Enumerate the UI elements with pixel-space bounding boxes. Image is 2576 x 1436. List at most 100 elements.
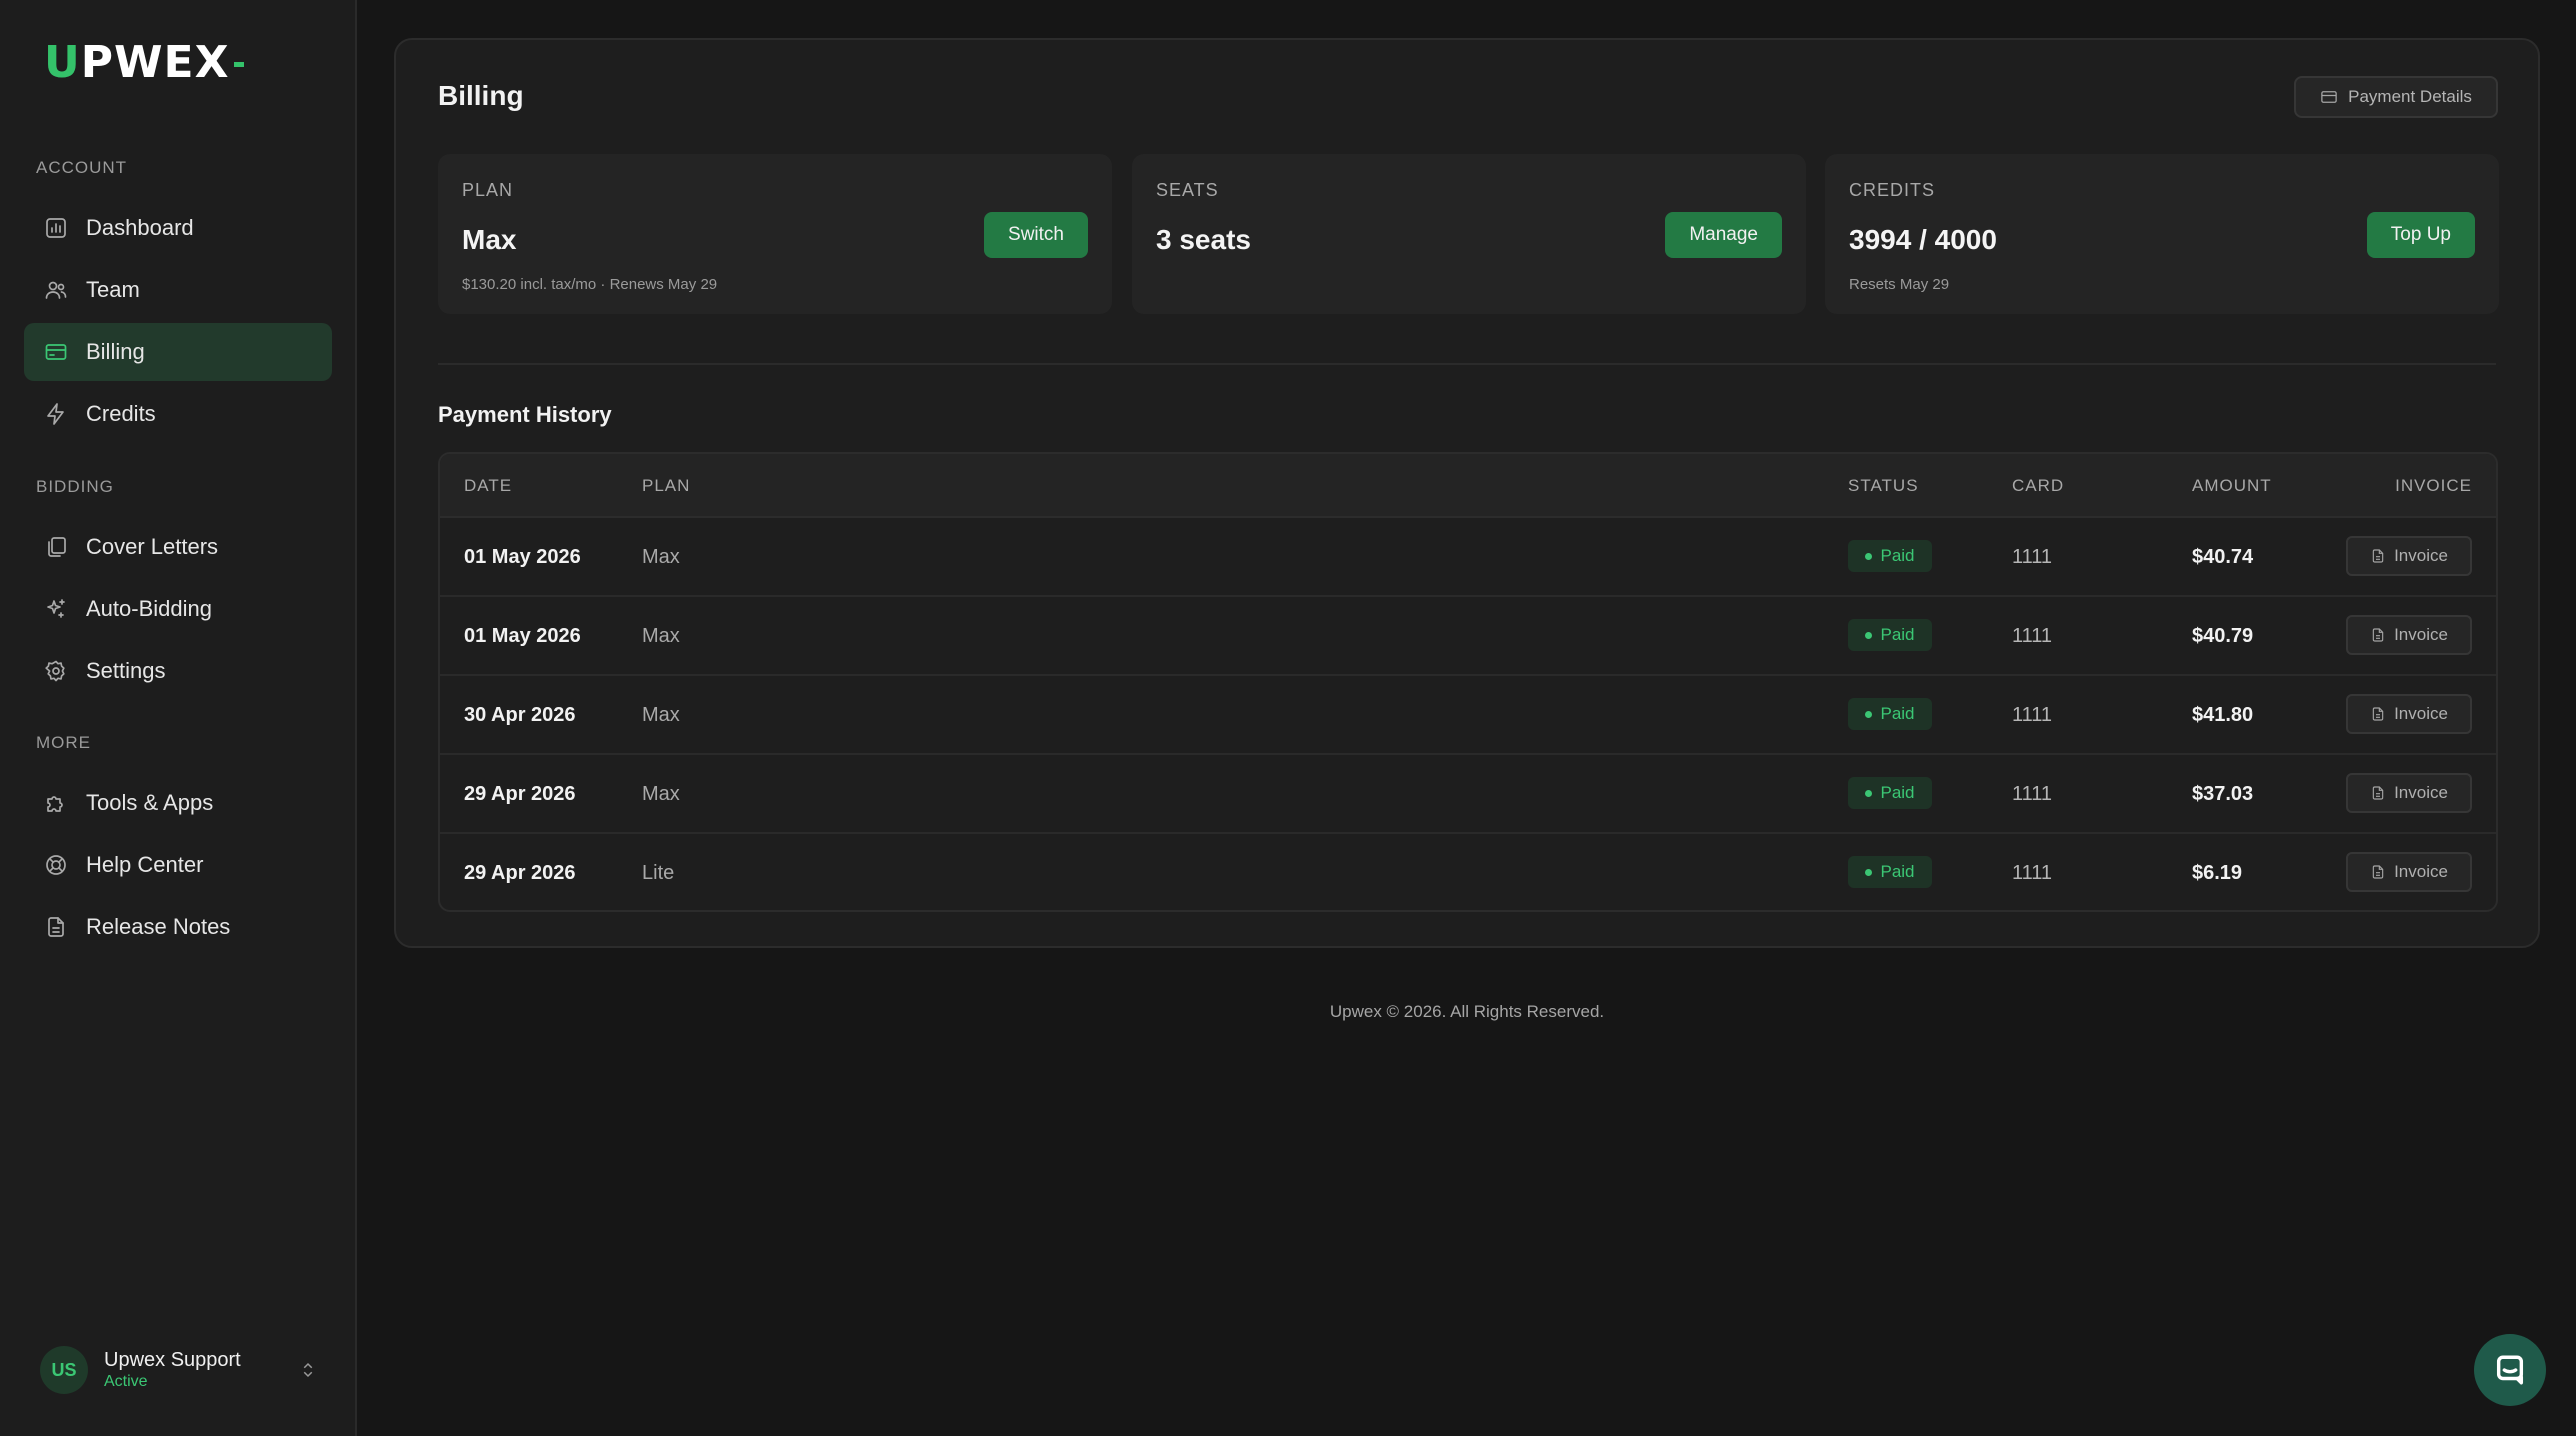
section-label-bidding: BIDDING	[36, 477, 114, 496]
row-amount: $37.03	[2192, 783, 2254, 805]
gear-icon	[42, 657, 70, 685]
sidebar-item-label: Cover Letters	[86, 534, 219, 559]
row-plan: Max	[642, 625, 680, 647]
table-row: 01 May 2026 Max Paid 1111 $40.79 Invoice	[440, 597, 2496, 676]
document-icon	[42, 913, 70, 941]
sidebar-item-label: Credits	[86, 401, 156, 426]
payment-history-table: DATE PLAN STATUS CARD AMOUNT INVOICE 01 …	[438, 452, 2498, 912]
sidebar-item-label: Help Center	[86, 852, 204, 877]
row-date: 30 Apr 2026	[464, 704, 576, 726]
table-row: 30 Apr 2026 Max Paid 1111 $41.80 Invoice	[440, 676, 2496, 755]
puzzle-icon	[42, 789, 70, 817]
credits-label: CREDITS	[1849, 180, 1936, 200]
plan-card: PLAN Max $130.20 incl. tax/mo · Renews M…	[438, 154, 1112, 314]
invoice-label: Invoice	[2394, 546, 2448, 565]
document-icon	[2372, 628, 2384, 642]
user-name: Upwex Support	[104, 1349, 241, 1371]
status-text: Paid	[1880, 783, 1915, 802]
users-icon	[42, 276, 70, 304]
sidebar-item-label: Release Notes	[86, 914, 231, 939]
row-plan: Max	[642, 546, 680, 568]
row-date: 01 May 2026	[464, 546, 581, 568]
invoice-label: Invoice	[2394, 704, 2448, 723]
sidebar-item-tools-apps[interactable]: Tools & Apps	[24, 774, 332, 832]
row-amount: $6.19	[2192, 862, 2243, 884]
seats-label: SEATS	[1156, 180, 1219, 200]
switch-plan-button[interactable]: Switch	[984, 212, 1088, 258]
status-dot	[1865, 868, 1873, 876]
row-amount: $41.80	[2192, 704, 2254, 726]
column-header-date: DATE	[464, 476, 513, 495]
table-header: DATE PLAN STATUS CARD AMOUNT INVOICE	[440, 454, 2496, 518]
plan-label: PLAN	[462, 180, 514, 200]
row-amount: $40.74	[2192, 546, 2254, 568]
invoice-button[interactable]: Invoice	[2346, 852, 2472, 892]
column-header-plan: PLAN	[642, 476, 691, 495]
sidebar-item-credits[interactable]: Credits	[24, 385, 332, 443]
page-title: Billing	[438, 80, 524, 111]
status-badge: Paid	[1848, 777, 1932, 809]
sparkles-icon	[42, 595, 70, 623]
sidebar-item-cover-letters[interactable]: Cover Letters	[24, 518, 332, 576]
column-header-status: STATUS	[1848, 476, 1919, 495]
status-badge: Paid	[1848, 540, 1932, 572]
plan-value: Max	[462, 224, 517, 255]
row-date: 01 May 2026	[464, 625, 581, 647]
document-icon	[2372, 865, 2384, 879]
logo-rest: PWEX	[80, 36, 230, 88]
document-icon	[2372, 786, 2384, 800]
sidebar-item-label: Dashboard	[86, 215, 194, 240]
document-icon	[2372, 549, 2384, 563]
invoice-button[interactable]: Invoice	[2346, 536, 2472, 576]
status-badge: Paid	[1848, 856, 1932, 888]
invoice-button[interactable]: Invoice	[2346, 694, 2472, 734]
user-info: Upwex Support Active	[104, 1348, 296, 1392]
manage-seats-button[interactable]: Manage	[1665, 212, 1782, 258]
payment-details-button[interactable]: Payment Details	[2294, 76, 2498, 118]
row-plan: Max	[642, 704, 680, 726]
chevron-updown-icon[interactable]	[296, 1358, 320, 1382]
logo-dash	[233, 61, 244, 67]
sidebar: U PWEX ACCOUNT Dashboard Team Billing Cr…	[0, 0, 357, 1436]
sidebar-item-label: Team	[86, 277, 140, 302]
payment-details-label: Payment Details	[2348, 87, 2472, 106]
credit-card-icon	[2321, 91, 2337, 103]
column-header-amount: AMOUNT	[2192, 476, 2272, 495]
bolt-icon	[42, 400, 70, 428]
status-badge: Paid	[1848, 619, 1932, 651]
status-text: Paid	[1880, 546, 1915, 565]
sidebar-item-help-center[interactable]: Help Center	[24, 836, 332, 894]
user-status: Active	[104, 1373, 148, 1390]
row-card: 1111	[2012, 546, 2053, 568]
user-menu[interactable]: US Upwex Support Active	[40, 1342, 320, 1398]
sidebar-item-settings[interactable]: Settings	[24, 642, 332, 700]
invoice-button[interactable]: Invoice	[2346, 615, 2472, 655]
row-card: 1111	[2012, 625, 2053, 647]
sidebar-item-team[interactable]: Team	[24, 261, 332, 319]
row-card: 1111	[2012, 783, 2053, 805]
status-text: Paid	[1880, 862, 1915, 881]
invoice-button[interactable]: Invoice	[2346, 773, 2472, 813]
row-card: 1111	[2012, 862, 2053, 884]
chat-support-button[interactable]	[2474, 1334, 2546, 1406]
credit-card-icon	[42, 338, 70, 366]
upwex-logo[interactable]: U PWEX	[44, 37, 244, 88]
sidebar-item-dashboard[interactable]: Dashboard	[24, 199, 332, 257]
credits-sub: Resets May 29	[1849, 276, 1950, 293]
seats-card: SEATS 3 seats Manage	[1132, 154, 1806, 314]
sidebar-item-release-notes[interactable]: Release Notes	[24, 898, 332, 956]
logo-u: U	[44, 36, 81, 88]
row-date: 29 Apr 2026	[464, 783, 576, 805]
status-dot	[1865, 631, 1873, 639]
avatar: US	[40, 1346, 88, 1394]
invoice-label: Invoice	[2394, 862, 2448, 881]
sidebar-item-auto-bidding[interactable]: Auto-Bidding	[24, 580, 332, 638]
chart-icon	[42, 214, 70, 242]
status-dot	[1865, 789, 1873, 797]
top-up-button[interactable]: Top Up	[2366, 212, 2475, 258]
table-row: 29 Apr 2026 Max Paid 1111 $37.03 Invoice	[440, 755, 2496, 834]
row-card: 1111	[2012, 704, 2053, 726]
sidebar-item-label: Settings	[86, 658, 166, 683]
sidebar-item-billing[interactable]: Billing	[24, 323, 332, 381]
status-badge: Paid	[1848, 698, 1932, 730]
